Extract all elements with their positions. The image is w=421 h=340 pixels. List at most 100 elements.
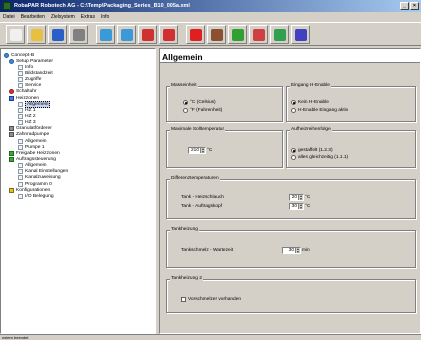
toolbar-chart-button[interactable]	[228, 25, 247, 44]
group-aufheiz-label: Aufheizreihenfolge	[290, 127, 332, 132]
tree-item-label: Concept-B	[11, 52, 35, 58]
save-icon	[51, 28, 64, 41]
tree-item[interactable]: I/O Belegung	[1, 193, 155, 199]
toolbar-star-button[interactable]	[270, 25, 289, 44]
toolbar-filter-button[interactable]	[249, 25, 268, 44]
tree-node-icon	[9, 95, 14, 101]
tree-item-label: Service	[25, 83, 42, 89]
status-bar: nstem beendet	[0, 334, 421, 340]
undo-icon	[141, 28, 154, 41]
radio-celsius[interactable]: °C (Celsius)	[183, 100, 216, 105]
open-icon	[30, 28, 43, 41]
tree-item-label: Info	[25, 64, 34, 70]
tree-item-label: Granulatförderer	[16, 126, 52, 132]
tree-page-icon	[18, 113, 23, 119]
toolbar-tools-button[interactable]	[207, 25, 226, 44]
stop-icon	[189, 28, 202, 41]
title-bar: RobaPAR Robotech AG - C:\Temp\Packaging_…	[0, 0, 421, 12]
tree-item-label: Schaltuhr	[16, 89, 37, 95]
group-eingang: Eingang H-Enable Kein H-Enable H-Enable …	[286, 83, 416, 122]
tree-node-icon	[9, 58, 14, 64]
toolbar-print-button[interactable]	[69, 25, 88, 44]
tree-item-label: HZ 2	[25, 113, 36, 119]
menu-extras[interactable]: Extras	[81, 14, 95, 20]
tree-item-label: Freigabe Heizzonen	[16, 150, 60, 156]
toolbar-save-button[interactable]	[48, 25, 67, 44]
tree-item-label: HZ 3	[25, 120, 36, 126]
tree-item-label: Allgemein	[25, 138, 47, 144]
maxsoll-spinner[interactable]: 210 ▲ ▼ °C	[188, 147, 212, 154]
tree-item-label: Kanal Einstellungen	[25, 169, 69, 175]
toolbar-new-button[interactable]	[6, 25, 25, 44]
maxsoll-value[interactable]: 210	[189, 148, 200, 153]
pen-icon	[294, 28, 307, 41]
page-title: Allgemein	[160, 49, 420, 63]
tree-item-label: Pumpe 1	[25, 144, 45, 150]
group-differenz-label: Differenztemperaturen	[170, 176, 220, 181]
navigation-tree: Concept-B Setup Parameter Info Bildstandzei…	[0, 48, 156, 334]
tree-item-label: Auftragssteuerung	[16, 156, 56, 162]
tree-page-icon	[18, 169, 23, 175]
spin-down-icon[interactable]: ▼	[296, 250, 300, 254]
tree-page-icon	[18, 83, 23, 89]
group-eingang-label: Eingang H-Enable	[290, 83, 331, 88]
upload-icon	[99, 28, 112, 41]
spin-down-icon[interactable]: ▼	[299, 197, 303, 201]
group-aufheiz: Aufheizreihenfolge gestaffelt (1.2.3) al…	[286, 127, 416, 168]
toolbar-redo-button[interactable]	[159, 25, 178, 44]
group-masseinheit-label: Masseinheit	[170, 83, 198, 88]
radio-henable-aktiv[interactable]: H-Enable Eingang aktiv	[291, 108, 348, 113]
diff-row2-spinner[interactable]: 30 ▲ ▼ °C	[289, 203, 310, 210]
tank-wartezeit-spinner[interactable]: 30 ▲ ▼ min	[282, 247, 310, 254]
spin-down-icon[interactable]: ▼	[201, 150, 205, 154]
group-tankheizung-label: Tankheizung	[170, 227, 199, 232]
group-maxsoll-label: Maximale Solltemperatur	[170, 127, 226, 132]
window-title: RobaPAR Robotech AG - C:\Temp\Packaging_…	[14, 3, 190, 9]
menu-info[interactable]: Info	[101, 14, 109, 20]
tree-item-label: Konfigurationen	[16, 187, 51, 193]
toolbar-stop-button[interactable]	[186, 25, 205, 44]
close-button[interactable]: ×	[410, 2, 419, 10]
diff-row1-value[interactable]: 20	[290, 195, 298, 200]
radio-dot	[291, 155, 296, 160]
download-icon	[120, 28, 133, 41]
checkbox-vorschmelzer-label: Vorschmelzer vorhanden	[188, 297, 242, 302]
minimize-button[interactable]: _	[400, 2, 409, 10]
print-icon	[72, 28, 85, 41]
diff-row1-label: Tank - Heizschlauch	[181, 195, 224, 200]
menu-zielsystem[interactable]: Zielsystem	[51, 14, 75, 20]
tree-item-label: Kanalzuweisung	[25, 175, 61, 181]
toolbar-undo-button[interactable]	[138, 25, 157, 44]
checkbox-box	[181, 297, 186, 302]
tree-page-icon	[18, 181, 23, 187]
star-icon	[273, 28, 286, 41]
toolbar-pen-button[interactable]	[291, 25, 310, 44]
radio-gleichzeitig[interactable]: alles gleichzeitig (1.1.1)	[291, 155, 348, 160]
radio-gestaffelt[interactable]: gestaffelt (1.2.3)	[291, 148, 333, 153]
toolbar-download-button[interactable]	[117, 25, 136, 44]
tree-page-icon	[18, 77, 23, 83]
tree-node-icon	[4, 52, 9, 58]
tree-node-icon	[9, 132, 14, 138]
diff-row2-value[interactable]: 30	[290, 204, 298, 209]
checkbox-vorschmelzer[interactable]: Vorschmelzer vorhanden	[181, 297, 241, 302]
radio-celsius-label: °C (Celsius)	[190, 100, 216, 105]
radio-dot	[291, 108, 296, 113]
tree-item-label: Bildstandzeit	[25, 70, 53, 76]
toolbar-upload-button[interactable]	[96, 25, 115, 44]
toolbar-open-button[interactable]	[27, 25, 46, 44]
tree-item-label: Allgemein	[25, 163, 47, 169]
tank-wartezeit-value[interactable]: 30	[283, 248, 295, 253]
menu-datei[interactable]: Datei	[3, 14, 15, 20]
tree-page-icon	[18, 120, 23, 126]
radio-kein-henable[interactable]: Kein H-Enable	[291, 100, 329, 105]
diff-row2-unit: °C	[305, 204, 311, 209]
radio-fahrenheit[interactable]: °F (Fahrenheit)	[183, 108, 222, 113]
tree-node-icon	[9, 89, 14, 95]
diff-row1-spinner[interactable]: 20 ▲ ▼ °C	[289, 194, 310, 201]
tree-node-icon	[9, 126, 14, 132]
menu-bearbeiten[interactable]: Bearbeiten	[21, 14, 45, 20]
new-icon	[9, 28, 22, 41]
spin-down-icon[interactable]: ▼	[299, 206, 303, 210]
tree-page-icon	[18, 101, 23, 107]
